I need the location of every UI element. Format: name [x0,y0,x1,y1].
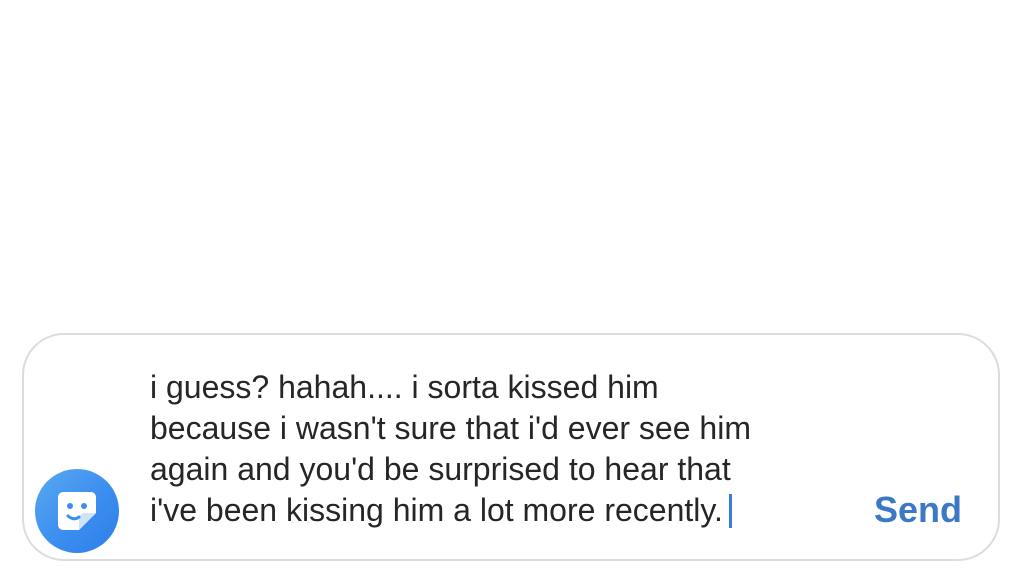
send-button[interactable]: Send [874,489,962,531]
message-composer[interactable]: i guess? hahah.... i sorta kissed him be… [22,333,1000,561]
message-line-1: i guess? hahah.... i sorta kissed him [150,369,659,405]
chat-screen: i guess? hahah.... i sorta kissed him be… [0,0,1024,584]
message-line-3: again and you'd be surprised to hear tha… [150,451,731,487]
sticker-smile-icon [58,492,96,530]
sticker-button[interactable] [35,469,119,553]
text-caret [728,494,732,528]
message-input[interactable]: i guess? hahah.... i sorta kissed him be… [150,367,850,531]
message-line-2: because i wasn't sure that i'd ever see … [150,410,751,446]
message-line-4: i've been kissing him a lot more recentl… [150,492,723,528]
